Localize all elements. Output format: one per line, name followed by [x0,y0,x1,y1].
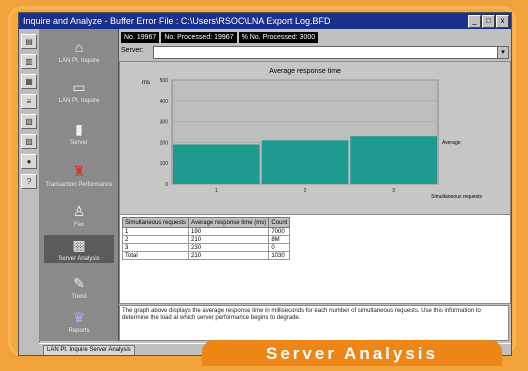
table-row[interactable]: 1 190 7000 [121,227,291,236]
y-tick-label: 200 [160,140,169,146]
server-input[interactable] [153,46,501,59]
table-cell: 3 [121,243,190,252]
sidebar-item-server-analysis[interactable]: ▩ Server Analysis [44,235,114,263]
table-cell: 0 [268,243,291,252]
chart-panel: Average response time ms 0 100 200 300 400 500 1… [119,61,511,215]
sidebar-item-label: Trend [71,294,87,300]
window-title: Inquire and Analyze - Buffer Error File … [23,16,331,26]
minimize-button[interactable]: _ [468,15,481,28]
sidebar-item-trend[interactable]: ✎ Trend [44,273,114,301]
title-bar: Inquire and Analyze - Buffer Error File … [19,13,511,29]
y-tick-label: 500 [160,78,169,84]
y-tick-label: 100 [160,161,169,167]
status-processed: No. Processed: 19967 [161,31,237,43]
legend-entry: Average [442,140,461,146]
maximize-button[interactable]: □ [482,15,495,28]
column-header[interactable]: Simultaneous requests [121,217,190,228]
sidebar-item-reports[interactable]: ♛ Reports [44,307,114,335]
network-icon: ⌂ [74,39,84,55]
x-tick-label: 1 [215,188,218,194]
description-text: The graph above displays the average res… [119,305,509,341]
table-cell: 1 [121,227,190,236]
bar [261,140,349,184]
table-cell: 230 [188,243,270,252]
table-cell: 8M [268,235,291,244]
vehicle-icon: ♜ [72,163,86,179]
y-axis-label: ms [142,80,150,86]
close-button[interactable]: x [496,15,509,28]
toolbar-stop-icon[interactable]: ● [21,154,37,169]
column-header[interactable]: Count [268,217,291,228]
caption-banner: Server Analysis [202,340,502,366]
sidebar-item-server[interactable]: ▮ Server [44,119,114,147]
results-table-panel: Simultaneous requests Average response t… [119,214,511,304]
y-tick-label: 400 [160,99,169,105]
toolbar-open-icon[interactable]: ▥ [21,54,37,69]
status-count: No. 19967 [121,31,160,43]
response-time-chart: Average response time ms 0 100 200 300 400 500 1… [142,68,482,200]
sidebar-item-lan-inquire[interactable]: ⌂ LAN Pt. Inquire [44,37,114,65]
server-row: Server: ▾ [119,46,511,59]
sidebar-item-transaction[interactable]: ♜ Transaction Performance [44,161,114,189]
person-icon: ♙ [72,203,86,219]
table-cell: 190 [188,227,270,236]
sidebar-item-fax[interactable]: ♙ Fax [44,201,114,229]
sidebar-item-label: LAN Pt. Inquire [58,58,100,64]
table-cell: Total [121,251,190,260]
table-cell: 2 [121,235,190,244]
bar [350,136,437,184]
table-row[interactable]: 3 230 0 [121,243,291,252]
sidebar-item-lan-inquire-2[interactable]: ▭ LAN Pt. Inquire [44,77,114,105]
table-row[interactable]: 2 210 8M [121,235,291,244]
window-controls: _ □ x [468,15,509,28]
trend-icon: ✎ [73,275,85,291]
x-axis-label: Simultaneous requests [431,194,482,200]
bar [173,144,260,184]
status-row: No. 19967 No. Processed: 19967 % No. Pro… [119,30,511,44]
sidebar-item-label: Server Analysis [58,256,100,262]
toolbar-help-icon[interactable]: ? [21,174,37,189]
table-cell: 210 [188,235,270,244]
x-tick-label: 3 [392,188,395,194]
y-tick-label: 300 [160,120,169,126]
y-tick-label: 0 [165,182,168,188]
analysis-icon: ▩ [72,237,86,253]
toolbar-list-icon[interactable]: ≡ [21,94,37,109]
table-cell: 1030 [268,251,291,260]
sidebar-item-label: LAN Pt. Inquire [58,98,100,104]
left-toolbar: ▤ ▥ ▦ ≡ ▧ ▨ ● ? [19,29,40,355]
column-header[interactable]: Average response time (ms) [188,217,270,228]
bottom-tab[interactable]: LAN Pt. Inquire Server Analysis [43,345,135,355]
sidebar-item-label: Reports [68,328,90,334]
sidebar-item-label: Fax [73,222,84,228]
sidebar-item-label: Server [70,140,88,146]
server-dropdown-button[interactable]: ▾ [497,46,509,59]
table-row[interactable]: Total 210 1030 [121,251,291,260]
chart-title: Average response time [269,68,341,75]
toolbar-doc-icon[interactable]: ▤ [21,34,37,49]
report-icon: ♛ [72,309,86,325]
toolbar-print-icon[interactable]: ▨ [21,134,37,149]
server-icon: ▮ [75,121,83,137]
computer-icon: ▭ [72,79,86,95]
sidebar-item-label: Transaction Performance [45,182,113,188]
server-label: Server: [121,47,144,54]
table-header-row: Simultaneous requests Average response t… [121,217,291,228]
x-tick-label: 2 [304,188,307,194]
toolbar-grid-icon[interactable]: ▧ [21,114,37,129]
status-percent: % No. Processed: 3000 [238,31,319,43]
sidebar: ⌂ LAN Pt. Inquire ▭ LAN Pt. Inquire ▮ Se… [40,29,119,341]
table-cell: 210 [188,251,270,260]
results-table: Simultaneous requests Average response t… [121,217,291,260]
toolbar-chart-icon[interactable]: ▦ [21,74,37,89]
application-window: Inquire and Analyze - Buffer Error File … [18,12,512,356]
table-cell: 7000 [268,227,291,236]
